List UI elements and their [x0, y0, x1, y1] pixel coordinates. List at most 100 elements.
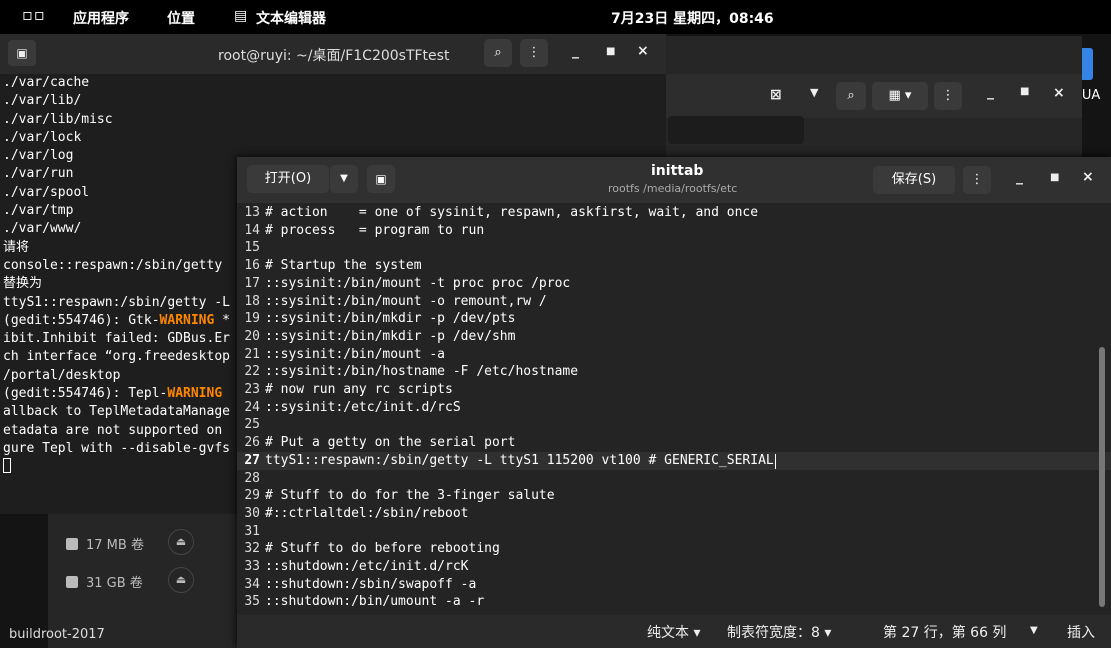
code-line[interactable]: 13 # action = one of sysinit, respawn, as… [237, 204, 1111, 222]
code-line[interactable]: 29 # Stuff to do for the 3-finger salute [237, 487, 1111, 505]
code-line[interactable]: 18::sysinit:/bin/mount -o remount,rw / [237, 293, 1111, 311]
dropdown-icon[interactable]: ▼ [810, 86, 818, 99]
search-icon[interactable]: ⌕ [484, 39, 512, 67]
code-line[interactable]: 32 # Stuff to do before rebooting [237, 540, 1111, 558]
code-line[interactable]: 20::sysinit:/bin/mkdir -p /dev/shm [237, 328, 1111, 346]
line-text: # now run any rc scripts [265, 382, 453, 397]
line-number: 18 [244, 293, 260, 309]
line-number: 16 [244, 258, 260, 274]
view-mode-button[interactable]: ▦ ▾ [872, 82, 928, 110]
line-text: #::ctrlaltdel:/sbin/reboot [265, 505, 469, 521]
file-manager-search[interactable] [668, 116, 804, 144]
code-line[interactable]: 34::shutdown:/sbin/swapoff -a [237, 576, 1111, 594]
text-editor-area[interactable]: 13 # action = one of sysinit, respawn, as… [237, 203, 1111, 613]
line-number: 32 [244, 541, 260, 557]
code-line[interactable]: 16 # Startup the system [237, 257, 1111, 275]
code-line[interactable]: 27 ttyS1::respawn:/sbin/getty -L ttyS1 11… [237, 451, 1111, 470]
code-line[interactable]: 26 # Put a getty on the serial port [237, 434, 1111, 452]
close-icon[interactable]: × [1053, 85, 1065, 101]
search-button[interactable]: ⌕ [836, 82, 866, 110]
line-text: ::sysinit:/bin/mkdir -p /dev/pts [265, 311, 516, 327]
line-number: 25 [244, 417, 260, 433]
volume-17mb[interactable]: 17 MB 卷 [66, 534, 144, 553]
save-button[interactable]: 保存(S) [873, 166, 955, 194]
line-number: 19 [244, 311, 260, 327]
clear-icon[interactable]: ⊠ [770, 87, 782, 103]
text-caret [775, 453, 776, 469]
minimize-icon[interactable]: _ [987, 84, 994, 100]
line-text: ::shutdown:/etc/init.d/rcK [265, 559, 469, 574]
code-line[interactable]: 17::sysinit:/bin/mount -t proc proc /pro… [237, 275, 1111, 293]
close-icon[interactable]: × [1082, 169, 1094, 185]
code-line[interactable]: 35::shutdown:/bin/umount -a -r [237, 593, 1111, 611]
terminal-line: ./var/lib/misc [3, 111, 113, 127]
minimize-icon[interactable]: _ [1016, 169, 1023, 185]
volume-31gb[interactable]: 31 GB 卷 [66, 572, 143, 591]
drive-icon [66, 538, 78, 550]
volume-label: 31 GB 卷 [86, 576, 143, 591]
code-line[interactable]: 23 # now run any rc scripts [237, 381, 1111, 399]
maximize-icon[interactable]: ■ [606, 46, 615, 57]
document-title: inittab [651, 163, 704, 179]
insert-mode[interactable]: 插入 [1067, 622, 1095, 642]
line-text: # action = one of sysinit, respawn, askf… [265, 205, 759, 220]
code-line[interactable]: 33::shutdown:/etc/init.d/rcK [237, 558, 1111, 576]
new-tab-icon[interactable]: ▣ [8, 40, 36, 66]
terminal-title: root@ruyi: ~/桌面/F1C200sTFtest [218, 48, 450, 64]
line-number: 22 [244, 364, 260, 380]
code-line[interactable]: 21::sysinit:/bin/mount -a [237, 346, 1111, 364]
code-line[interactable]: 30 #::ctrlaltdel:/sbin/reboot [237, 505, 1111, 523]
app-menu[interactable]: 文本编辑器 [256, 8, 326, 28]
open-button[interactable]: 打开(O) [247, 165, 329, 193]
file-manager-headerbar: ⊠ ▼ ⌕ ▦ ▾ ⋮ _ ■ × [620, 74, 1082, 144]
scrollbar[interactable] [1099, 347, 1105, 607]
code-line[interactable]: 28 [237, 470, 1111, 488]
hamburger-menu-button[interactable]: ⋮ [963, 166, 991, 194]
activities-icon[interactable]: ▫▫ [22, 5, 46, 24]
line-text: ::sysinit:/bin/mount -t proc proc /proc [265, 275, 571, 291]
line-text: ::sysinit:/bin/mkdir -p /dev/shm [265, 328, 516, 344]
code-line[interactable]: 24::sysinit:/etc/init.d/rcS [237, 399, 1111, 417]
line-number: 24 [244, 399, 260, 415]
line-text: # Stuff to do for the 3-finger salute [265, 488, 555, 504]
code-line[interactable]: 19::sysinit:/bin/mkdir -p /dev/pts [237, 310, 1111, 328]
line-text: # process = program to run [265, 222, 485, 238]
line-number: 28 [244, 470, 260, 486]
places-menu[interactable]: 位置 [167, 8, 195, 28]
document-icon: ▤ [234, 8, 248, 24]
status-bar: 纯文本 ▾ 制表符宽度：8 ▾ 第 27 行，第 66 列 ▼ 插入 [237, 615, 1111, 648]
close-icon[interactable]: × [637, 43, 649, 59]
tab-width-dropdown[interactable]: 制表符宽度：8 ▾ [727, 622, 831, 642]
new-document-icon[interactable]: ▣ [367, 165, 395, 193]
code-line[interactable]: 22::sysinit:/bin/hostname -F /etc/hostna… [237, 363, 1111, 381]
document-path: rootfs /media/rootfs/etc [608, 182, 738, 195]
line-number: 29 [244, 488, 260, 504]
terminal-line: ./var/cache [3, 75, 90, 90]
terminal-headerbar: ▣ root@ruyi: ~/桌面/F1C200sTFtest ⌕ ⋮ _ ■ … [0, 34, 666, 74]
maximize-icon[interactable]: ■ [1050, 172, 1059, 183]
clock[interactable]: 7月23日 星期四，08:46 [611, 8, 774, 28]
terminal-menu-button[interactable]: ⋮ [520, 39, 548, 67]
terminal-cursor [3, 458, 11, 474]
terminal-line: ./var/lib/ [3, 93, 82, 109]
code-line[interactable]: 25 [237, 416, 1111, 434]
cursor-position[interactable]: 第 27 行，第 66 列 [883, 622, 1006, 642]
drive-icon [66, 576, 78, 588]
applications-menu[interactable]: 应用程序 [73, 8, 129, 28]
code-line[interactable]: 15 [237, 239, 1111, 257]
minimize-icon[interactable]: _ [572, 43, 579, 59]
line-number: 31 [244, 523, 260, 539]
eject-icon[interactable]: ⏏ [168, 567, 194, 593]
code-line[interactable]: 31 [237, 523, 1111, 541]
folder-item-buildroot[interactable]: buildroot-2017 [9, 627, 105, 642]
volume-label: 17 MB 卷 [86, 538, 144, 553]
eject-icon[interactable]: ⏏ [168, 529, 194, 555]
file-menu-button[interactable]: ⋮ [934, 82, 962, 110]
syntax-dropdown[interactable]: 纯文本 ▾ [647, 622, 700, 642]
open-dropdown-button[interactable]: ▼ [330, 165, 358, 193]
maximize-icon[interactable]: ■ [1020, 86, 1029, 97]
position-dropdown-icon[interactable]: ▼ [1030, 625, 1038, 636]
line-text: # Startup the system [265, 258, 422, 274]
code-line[interactable]: 14 # process = program to run [237, 222, 1111, 240]
line-text: ::sysinit:/bin/mount -o remount,rw / [265, 293, 547, 309]
